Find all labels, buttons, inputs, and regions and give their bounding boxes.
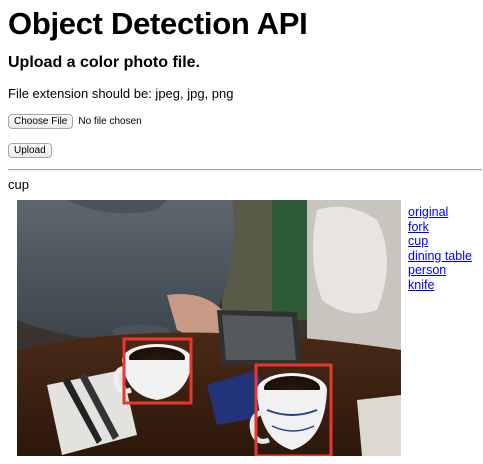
- upload-button[interactable]: Upload: [8, 143, 52, 158]
- extension-note: File extension should be: jpeg, jpg, png: [8, 86, 234, 101]
- link-original[interactable]: original: [408, 205, 472, 220]
- page-title: Object Detection API: [8, 6, 308, 41]
- link-cup[interactable]: cup: [408, 234, 472, 249]
- link-person[interactable]: person: [408, 263, 472, 278]
- file-status: No file chosen: [78, 116, 142, 127]
- file-input[interactable]: Choose File No file chosen: [8, 114, 142, 129]
- label-links: original fork cup dining table person kn…: [408, 205, 472, 292]
- result-image: [17, 200, 401, 456]
- divider: [8, 169, 482, 171]
- choose-file-button[interactable]: Choose File: [8, 114, 74, 129]
- link-fork[interactable]: fork: [408, 220, 472, 235]
- result-photo: [17, 200, 401, 456]
- upload-heading: Upload a color photo file.: [8, 54, 200, 71]
- link-dining-table[interactable]: dining table: [408, 249, 472, 264]
- detected-label: cup: [8, 177, 29, 192]
- link-knife[interactable]: knife: [408, 278, 472, 293]
